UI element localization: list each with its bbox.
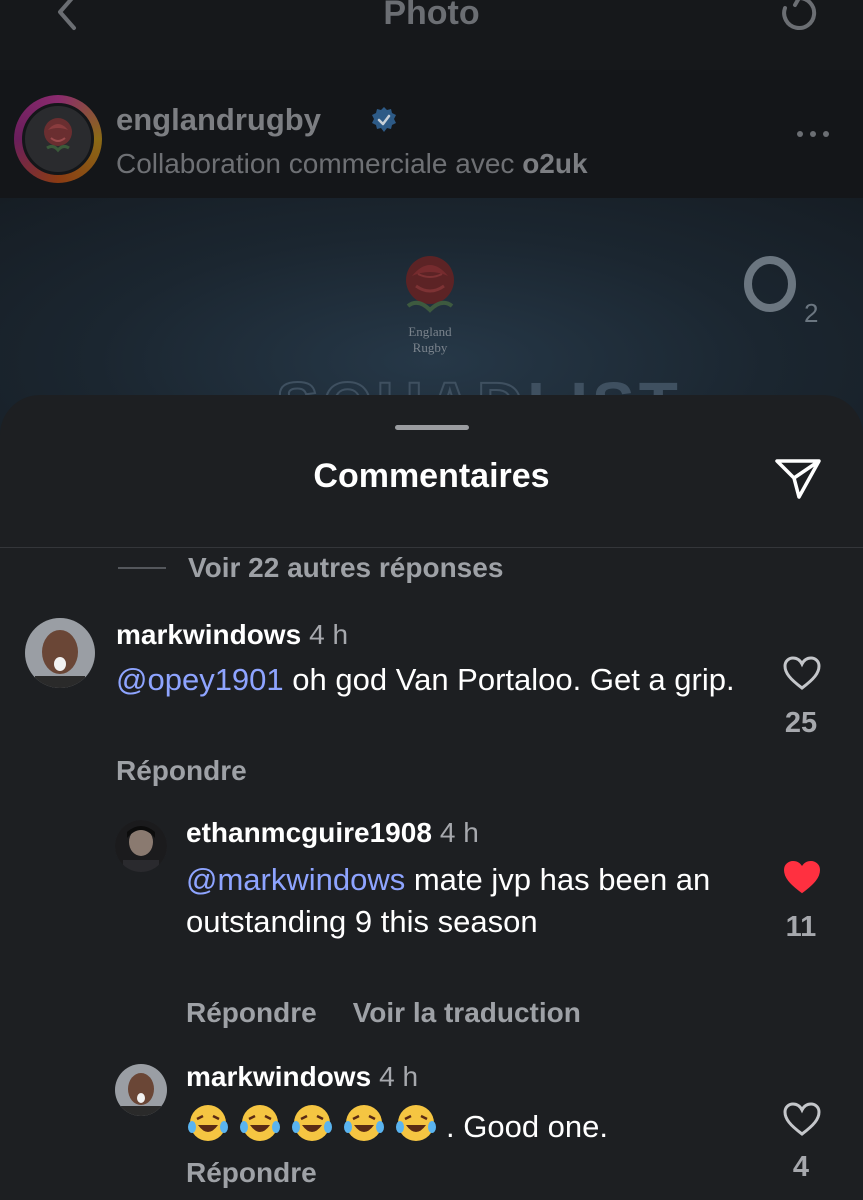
user-photo-icon [115,820,167,872]
comment-time: 4 h [309,619,349,650]
avatar[interactable] [25,618,95,688]
like-count: 4 [792,1151,810,1183]
user-photo-icon [25,618,95,688]
see-more-replies-label: Voir 22 autres réponses [188,552,504,583]
logo-text-rugby: Rugby [413,340,448,355]
post-username[interactable]: englandrugby [116,102,321,138]
avatar[interactable] [115,820,167,872]
reply-button[interactable]: Répondre [116,755,247,786]
comment-actions: Répondre [116,755,247,787]
comment-time: 4 h [439,817,479,848]
reply-item: ethanmcguire1908 4 h @markwindows mate jv… [0,817,863,1047]
comment-time: 4 h [379,1061,419,1092]
post-header: englandrugby Collaboration commerciale a… [0,70,863,198]
verified-badge-icon [372,107,396,132]
translate-button[interactable]: Voir la traduction [353,997,581,1028]
comments-sheet: Commentaires Voir 22 autres réponses mar… [0,395,863,1200]
laughing-emoji-icon [188,1105,228,1141]
o2-logo: 2 [744,256,818,326]
comment-text: @opey1901 oh god Van Portaloo. Get a gri… [116,662,735,697]
laughing-emoji-icon [344,1105,384,1141]
comment-username[interactable]: ethanmcguire1908 4 h [186,817,479,849]
page-title: Photo [383,0,480,32]
mention-link[interactable]: @markwindows [186,862,405,897]
collab-label: Collaboration commerciale avec [116,148,515,179]
user-photo-icon [115,1064,167,1116]
laughing-emoji-icon [292,1105,332,1141]
drag-handle[interactable] [395,425,469,430]
send-icon[interactable] [773,455,823,501]
see-more-replies-button[interactable]: Voir 22 autres réponses [118,547,503,589]
refresh-icon[interactable] [777,0,823,36]
avatar[interactable] [115,1064,167,1116]
partner-link[interactable]: o2uk [522,148,587,179]
reply-button[interactable]: Répondre [186,997,317,1028]
laughing-emoji-icon [240,1105,280,1141]
avatar[interactable] [22,103,94,175]
heart-icon[interactable] [782,1101,822,1137]
top-nav: Photo [0,0,863,70]
svg-text:2: 2 [804,298,818,326]
collab-subtitle: Collaboration commerciale avec o2uk [116,148,588,180]
england-rugby-logo: England Rugby [406,256,454,355]
thread-line [118,567,166,569]
reply-button[interactable]: Répondre [186,1157,317,1188]
comment-actions: Répondre Voir la traduction [186,997,581,1029]
comment-item: markwindows 4 h @opey1901 oh god Van Port… [0,613,863,803]
logo-text-england: England [408,324,452,339]
comment-actions: Répondre [186,1157,317,1189]
heart-filled-icon[interactable] [782,859,822,895]
comment-text: @markwindows mate jvp has been an outsta… [186,862,711,939]
heart-icon[interactable] [782,655,822,691]
comment-text-tail: . Good one. [446,1109,609,1144]
comment-text: . Good one. [186,1103,746,1148]
mention-link[interactable]: @opey1901 [116,662,284,697]
rose-icon [44,118,72,153]
comment-username[interactable]: markwindows 4 h [186,1061,418,1093]
like-count: 11 [785,911,817,943]
emoji-row [186,1103,446,1148]
more-options-icon[interactable] [795,128,831,140]
reply-item: markwindows 4 h . Good one. Répondre 4 [0,1061,863,1200]
like-count: 25 [784,707,818,739]
laughing-emoji-icon [396,1105,436,1141]
comment-username[interactable]: markwindows 4 h [116,619,348,651]
sheet-title: Commentaires [313,457,550,495]
